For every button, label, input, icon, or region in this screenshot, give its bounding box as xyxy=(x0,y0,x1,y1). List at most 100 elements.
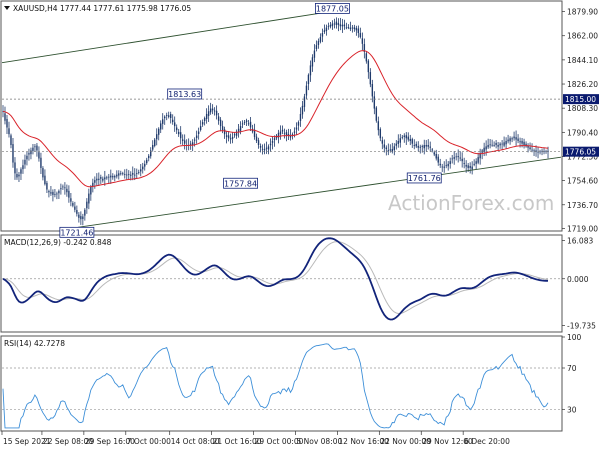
candle-body xyxy=(88,193,90,204)
price-header: XAUUSD,H4 1777.44 1777.61 1775.98 1776.0… xyxy=(13,4,191,13)
candle-body xyxy=(419,146,421,148)
candle-body xyxy=(283,132,286,134)
macd-header: MACD(12,26,9) -0.242 0.848 xyxy=(4,238,112,247)
candle-body xyxy=(393,146,395,151)
candle-body xyxy=(485,146,487,150)
candle-body xyxy=(441,166,443,168)
candle-body xyxy=(241,123,244,125)
candle-body xyxy=(373,96,376,109)
candle-body xyxy=(249,121,252,128)
candle-body xyxy=(301,105,304,115)
candle-body xyxy=(144,163,146,167)
candle-body xyxy=(118,173,120,176)
candle-body xyxy=(8,128,10,135)
candle-body xyxy=(40,157,42,168)
candle-body xyxy=(50,192,52,194)
candle-body xyxy=(6,119,8,128)
candle-body xyxy=(70,198,72,202)
candle-body xyxy=(74,206,76,210)
candle-body xyxy=(503,142,505,146)
candle-body xyxy=(38,152,40,159)
candle-body xyxy=(491,144,493,146)
candle-body xyxy=(173,122,176,127)
candle-body xyxy=(531,149,533,151)
candle-body xyxy=(233,134,236,136)
candle-body xyxy=(349,27,352,30)
candle-body xyxy=(387,150,390,152)
candle-body xyxy=(68,190,70,198)
candle-body xyxy=(4,113,6,121)
candle-body xyxy=(90,186,92,195)
candle-body xyxy=(148,155,150,159)
candle-body xyxy=(156,134,158,140)
candle-body xyxy=(219,119,222,127)
candle-body xyxy=(72,203,74,206)
candle-body xyxy=(66,188,68,193)
candle-body xyxy=(259,145,262,148)
candle-body xyxy=(203,118,206,122)
candle-body xyxy=(237,128,240,132)
candle-body xyxy=(106,177,108,179)
candle-body xyxy=(401,136,403,138)
candle-body xyxy=(507,139,509,142)
candle-body xyxy=(515,137,517,140)
candle-body xyxy=(84,209,86,216)
candle-body xyxy=(523,141,525,146)
candle-body xyxy=(10,135,12,146)
candle-body xyxy=(501,143,503,145)
candle-body xyxy=(181,139,184,141)
candle-body xyxy=(495,143,497,146)
candle-body xyxy=(357,28,360,34)
candle-body xyxy=(473,163,475,165)
candle-body xyxy=(154,139,156,147)
price-axis-tick-label: 1862.00 xyxy=(567,32,598,41)
price-callout: 1721.46 xyxy=(59,226,95,238)
candle-body xyxy=(108,176,110,178)
candle-body xyxy=(453,157,455,159)
candle-body xyxy=(427,145,429,147)
rsi-pane-frame xyxy=(0,335,563,432)
price-callout-label: 1877.05 xyxy=(316,4,349,13)
candle-body xyxy=(100,177,102,179)
rsi-header: RSI(14) 42.7278 xyxy=(4,339,65,348)
candle-body xyxy=(36,145,38,151)
candle-body xyxy=(239,126,242,131)
candle-body xyxy=(46,182,48,190)
price-axis-tick-label: 1826.20 xyxy=(567,80,598,89)
candle-body xyxy=(162,119,164,124)
candle-body xyxy=(469,166,471,168)
candle-body xyxy=(355,27,358,31)
candle-body xyxy=(435,154,437,159)
candle-body xyxy=(205,113,208,119)
candle-body xyxy=(32,147,34,151)
candle-body xyxy=(315,45,318,50)
candle-body xyxy=(371,84,374,97)
candle-body xyxy=(461,158,463,162)
macd-axis-tick-label: -19.735 xyxy=(567,322,596,331)
price-callout-label: 1757.84 xyxy=(224,179,257,188)
candle-body xyxy=(136,173,138,175)
candle-body xyxy=(223,129,226,135)
candle-body xyxy=(375,107,378,121)
candle-body xyxy=(116,174,118,177)
price-axis-tick-label: 1879.90 xyxy=(567,8,598,17)
candle-body xyxy=(505,140,507,145)
candle-body xyxy=(339,24,342,27)
candle-body xyxy=(102,178,104,181)
candle-body xyxy=(169,114,172,119)
candle-body xyxy=(345,27,348,29)
x-axis-tick-label: 7 Oct 00:00 xyxy=(127,437,171,446)
price-callout-label: 1813.63 xyxy=(168,90,201,99)
candle-body xyxy=(179,132,182,139)
candle-body xyxy=(369,72,372,85)
candle-body xyxy=(132,173,134,175)
candle-body xyxy=(243,122,246,123)
rsi-axis-tick-label: 30 xyxy=(567,405,577,414)
candle-body xyxy=(104,177,106,180)
candle-body xyxy=(255,136,258,141)
candle-body xyxy=(425,145,427,147)
candle-body xyxy=(389,149,392,151)
candle-body xyxy=(335,21,338,25)
candle-body xyxy=(82,216,84,219)
candle-body xyxy=(395,143,397,146)
